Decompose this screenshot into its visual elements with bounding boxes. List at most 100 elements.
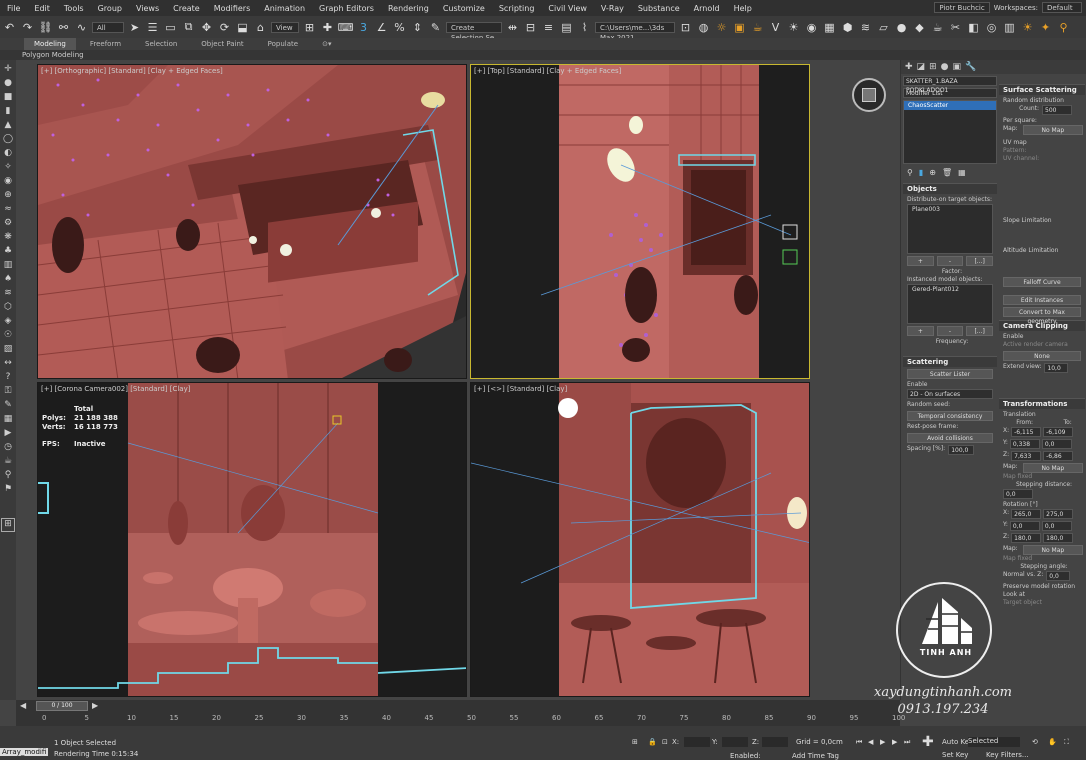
menu-vray[interactable]: V-Ray: [594, 4, 631, 13]
tz-from[interactable]: 7,633: [1011, 451, 1042, 461]
show-end-icon[interactable]: ▮: [919, 168, 923, 177]
mirror-icon[interactable]: ⇹: [505, 20, 520, 35]
spacewarp-icon[interactable]: ≈: [3, 204, 14, 215]
user-account[interactable]: Piotr Buchcic: [934, 2, 990, 13]
menu-help[interactable]: Help: [727, 4, 759, 13]
remove-target-button[interactable]: -: [936, 256, 964, 266]
tab-object-paint[interactable]: Object Paint: [191, 38, 253, 50]
light-icon-2[interactable]: ✧: [3, 162, 14, 173]
scatter-lister-button[interactable]: Scatter Lister: [907, 369, 993, 379]
place-icon[interactable]: ⌂: [253, 20, 268, 35]
viewport-label-perspective[interactable]: [+] [<>] [Standard] [Clay]: [474, 385, 567, 393]
altitude-limitation-checkbox[interactable]: Altitude Limitation: [999, 247, 1085, 255]
falloff-curve-button[interactable]: Falloff Curve: [1003, 277, 1081, 287]
rmap-button[interactable]: No Map: [1022, 545, 1083, 555]
menu-create[interactable]: Create: [166, 4, 207, 13]
vray-sphere-icon[interactable]: ●: [894, 20, 909, 35]
scatter-icon[interactable]: ❋: [3, 232, 14, 243]
torus-icon[interactable]: ◯: [3, 134, 14, 145]
sphere-icon[interactable]: ●: [3, 78, 14, 89]
viewport-top[interactable]: [+] [Top] [Standard] [Clay + Edged Faces…: [470, 64, 810, 379]
chaos-icon[interactable]: ◈: [3, 316, 14, 327]
tag-icon[interactable]: ⚑: [3, 484, 14, 495]
isolate-icon[interactable]: ⊞: [632, 738, 638, 746]
menu-civil-view[interactable]: Civil View: [541, 4, 594, 13]
distance-icon[interactable]: ↔: [3, 358, 14, 369]
orbit-icon[interactable]: ⟲: [1032, 738, 1038, 746]
rest-pose-spinner[interactable]: Rest-pose frame:: [903, 423, 997, 431]
extend-view-spinner[interactable]: 10,0: [1044, 363, 1069, 373]
rz-to[interactable]: 180,0: [1043, 533, 1074, 543]
lamp-icon[interactable]: ⚲: [1056, 20, 1071, 35]
rz-from[interactable]: 180,0: [1011, 533, 1042, 543]
railclone-icon[interactable]: ▥: [3, 260, 14, 271]
window-crossing-icon[interactable]: ⧉: [181, 20, 196, 35]
select-by-name-icon[interactable]: ☰: [145, 20, 160, 35]
selection-lock-icon[interactable]: 🔒: [648, 738, 657, 746]
render-small-icon[interactable]: ☕: [3, 456, 14, 467]
unlink-icon[interactable]: ⚯: [56, 20, 71, 35]
viewcube[interactable]: [852, 78, 886, 112]
ry-to[interactable]: 0,0: [1041, 521, 1072, 531]
query-icon[interactable]: ?: [3, 372, 14, 383]
tmode-dropdown[interactable]: Map fixed: [999, 473, 1085, 481]
render-frame-icon[interactable]: ▣: [732, 20, 747, 35]
preserve-rotation-checkbox[interactable]: Preserve model rotation: [999, 583, 1085, 591]
menu-file[interactable]: File: [0, 4, 27, 13]
redo-icon[interactable]: ↷: [20, 20, 35, 35]
set-key-button[interactable]: Set Key: [942, 751, 968, 759]
cylinder-icon[interactable]: ▮: [3, 106, 14, 117]
select-manipulate-icon[interactable]: ✚: [320, 20, 335, 35]
timeline[interactable]: 0 / 100 ◀ ▶ 0 5 10 15 20 25 30 35 40 45 50 55 60 65 70…: [16, 700, 905, 726]
ty-to[interactable]: 0,0: [1041, 439, 1072, 449]
tx-to[interactable]: -6,109: [1043, 427, 1074, 437]
camera-icon[interactable]: ◉: [3, 176, 14, 187]
lock-icon[interactable]: ⚿: [3, 386, 14, 397]
vray-frame-icon[interactable]: ▦: [822, 20, 837, 35]
vray-env-icon[interactable]: ◎: [984, 20, 999, 35]
decal-icon[interactable]: ▨: [3, 344, 14, 355]
edit-named-sel-icon[interactable]: ✎: [428, 20, 443, 35]
pan-icon[interactable]: ✋: [1048, 738, 1057, 746]
edit-instances-button[interactable]: Edit Instances: [1003, 295, 1081, 305]
add-instanced-button[interactable]: +: [907, 326, 934, 336]
pick-target-button[interactable]: [...]: [966, 256, 994, 266]
link-icon[interactable]: ⛓: [38, 20, 53, 35]
hierarchy-tab-icon[interactable]: ⊞: [929, 62, 937, 72]
enable-checkbox[interactable]: Enable: [903, 381, 997, 389]
ref-coord-dropdown[interactable]: View: [271, 21, 299, 33]
remove-modifier-icon[interactable]: 🗑: [942, 168, 952, 177]
camera-none-button[interactable]: None: [1003, 351, 1081, 361]
tmap-button[interactable]: No Map: [1022, 463, 1083, 473]
create-tab-icon[interactable]: ✚: [905, 62, 913, 72]
helper-icon[interactable]: ⊕: [3, 190, 14, 201]
menu-animation[interactable]: Animation: [257, 4, 312, 13]
vray-fur-icon[interactable]: ≋: [858, 20, 873, 35]
script-icon[interactable]: ✎: [3, 400, 14, 411]
ty-from[interactable]: 0,338: [1009, 439, 1040, 449]
target-object-item[interactable]: Plane003: [908, 205, 992, 214]
snap-icon[interactable]: 3: [356, 20, 371, 35]
vray-light-icon[interactable]: ☀: [786, 20, 801, 35]
mode-dropdown[interactable]: 2D - On surfaces: [907, 389, 993, 399]
cone-icon[interactable]: ▲: [3, 120, 14, 131]
named-selection-dropdown[interactable]: Create Selection Se: [446, 21, 502, 42]
menu-group[interactable]: Group: [91, 4, 129, 13]
viewport-label-top[interactable]: [+] [Top] [Standard] [Clay + Edged Faces…: [474, 67, 621, 75]
vray-camera-icon[interactable]: ◉: [804, 20, 819, 35]
camera-clipping-enable[interactable]: Enable: [999, 333, 1085, 341]
curve-editor-icon[interactable]: ⌇: [577, 20, 592, 35]
box-icon[interactable]: ■: [3, 92, 14, 103]
vray-proxy-icon[interactable]: ⬢: [840, 20, 855, 35]
menu-modifiers[interactable]: Modifiers: [207, 4, 258, 13]
percent-snap-icon[interactable]: %: [392, 20, 407, 35]
spinner-snap-icon[interactable]: ⇕: [410, 20, 425, 35]
tz-to[interactable]: -6,86: [1043, 451, 1074, 461]
active-camera-radio[interactable]: Active render camera: [999, 341, 1085, 349]
modifier-list-dropdown[interactable]: Modifier List: [903, 88, 997, 98]
instanced-object-item[interactable]: Gered-Plant012: [908, 285, 992, 294]
systems-icon[interactable]: ⚙: [3, 218, 14, 229]
motion-tab-icon[interactable]: ●: [941, 62, 949, 72]
material-editor-icon[interactable]: ◍: [696, 20, 711, 35]
per-square-checkbox[interactable]: Per square:: [999, 117, 1085, 125]
